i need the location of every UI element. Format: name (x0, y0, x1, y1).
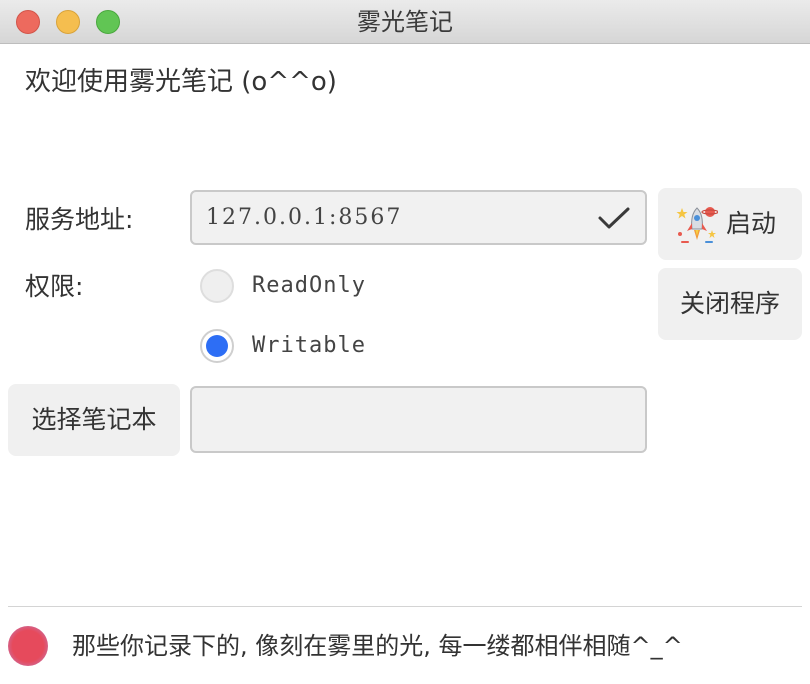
title-bar[interactable]: 雾光笔记 (0, 0, 810, 44)
server-address-label: 服务地址: (25, 205, 134, 234)
radio-writable-label: Writable (252, 333, 366, 358)
choose-notebook-button[interactable]: 选择笔记本 (8, 384, 180, 456)
rocket-icon (676, 207, 718, 243)
radio-readonly-circle[interactable] (200, 269, 234, 303)
welcome-message: 欢迎使用雾光笔记 (o^^o) (25, 67, 337, 97)
notebook-path-input[interactable] (190, 386, 647, 453)
status-message: 那些你记录下的, 像刻在雾里的光, 每一缕都相伴相随^_^ (72, 632, 683, 660)
radio-writable-circle[interactable] (200, 329, 234, 363)
permission-label: 权限: (25, 272, 84, 301)
start-button[interactable]: 启动 (658, 188, 802, 260)
radio-readonly-label: ReadOnly (252, 273, 366, 298)
status-indicator-dot (8, 626, 48, 666)
server-address-input[interactable]: 127.0.0.1:8567 (190, 190, 647, 245)
checkmark-icon (598, 207, 630, 229)
app-window: 雾光笔记 欢迎使用雾光笔记 (o^^o) 服务地址: 127.0.0.1:856… (0, 0, 810, 684)
start-button-label: 启动 (726, 209, 777, 238)
status-divider (8, 606, 802, 607)
close-program-button[interactable]: 关闭程序 (658, 268, 802, 340)
server-address-value: 127.0.0.1:8567 (206, 205, 403, 230)
window-title: 雾光笔记 (357, 8, 453, 36)
